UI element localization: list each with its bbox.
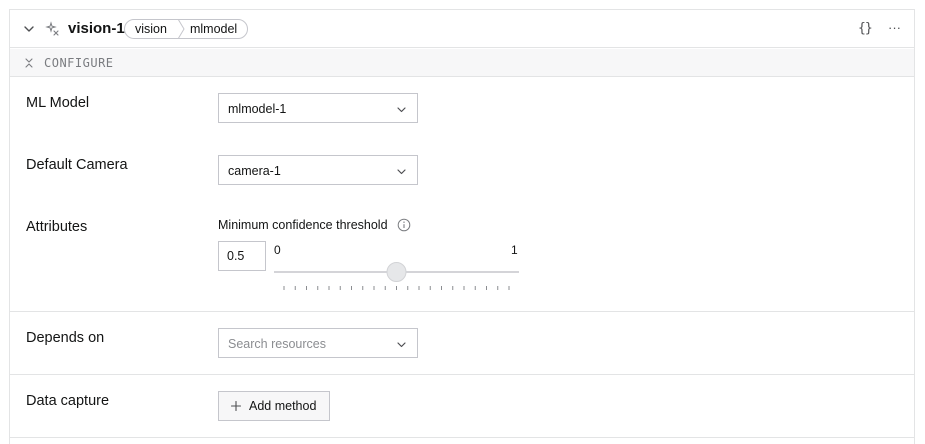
data-capture-label: Data capture [26, 393, 110, 409]
slider-min-label: 0 [274, 243, 281, 257]
ml-model-value: mlmodel-1 [228, 102, 287, 116]
info-icon[interactable] [397, 218, 411, 232]
ml-model-label: ML Model [26, 95, 90, 111]
json-mode-icon[interactable]: {} [858, 21, 873, 36]
chevron-down-icon[interactable] [23, 23, 35, 35]
sparkle-icon [45, 21, 59, 36]
ml-model-select[interactable]: mlmodel-1 [218, 93, 418, 123]
plus-icon [231, 401, 241, 411]
configure-section-title: CONFIGURE [44, 56, 114, 70]
chevron-down-icon [397, 107, 406, 113]
section-divider [10, 437, 914, 438]
depends-on-select[interactable]: Search resources [218, 328, 418, 358]
default-camera-value: camera-1 [228, 164, 281, 178]
depends-on-label: Depends on [26, 330, 105, 346]
card-header: vision-1 vision mlmodel {} ··· [10, 10, 914, 48]
collapse-vertical-icon[interactable] [24, 57, 34, 69]
breadcrumb-separator-icon [177, 20, 185, 38]
add-method-label: Add method [249, 399, 317, 413]
default-camera-select[interactable]: camera-1 [218, 155, 418, 185]
slider-thumb[interactable] [386, 262, 407, 282]
configure-section-bar[interactable]: CONFIGURE [10, 49, 914, 77]
resource-title: vision-1 [68, 20, 125, 37]
depends-on-placeholder: Search resources [228, 337, 326, 351]
threshold-slider[interactable] [274, 260, 519, 290]
resource-card: vision-1 vision mlmodel {} ··· CONFIGURE… [9, 9, 915, 444]
more-options-icon[interactable]: ··· [888, 20, 901, 35]
chevron-down-icon [397, 342, 406, 348]
default-camera-label: Default Camera [26, 157, 128, 173]
breadcrumb-model: mlmodel [189, 22, 238, 36]
threshold-label: Minimum confidence threshold [218, 218, 388, 232]
chevron-down-icon [397, 169, 406, 175]
section-divider [10, 374, 914, 375]
attributes-label: Attributes [26, 219, 88, 235]
resource-type-breadcrumb: vision mlmodel [124, 19, 248, 39]
add-method-button[interactable]: Add method [218, 391, 330, 421]
breadcrumb-api: vision [135, 22, 167, 36]
threshold-input[interactable]: 0.5 [218, 241, 266, 271]
slider-ticks [283, 286, 510, 290]
slider-max-label: 1 [511, 243, 518, 257]
section-divider [10, 311, 914, 312]
